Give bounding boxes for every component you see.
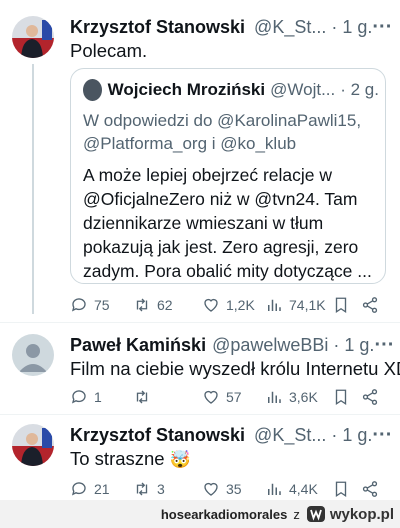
heart-icon — [204, 390, 218, 404]
more-options-icon[interactable]: ··· — [374, 334, 394, 357]
tweet-time[interactable]: · 1 g. — [331, 17, 372, 38]
retweet-button[interactable] — [133, 385, 151, 409]
views-button[interactable]: 4,4K — [265, 477, 318, 501]
avatar[interactable] — [12, 334, 54, 376]
bookmark-button[interactable] — [332, 385, 350, 409]
tweet-text: Film na ciebie wyszedł królu Internetu X… — [70, 358, 400, 379]
thread-line — [32, 64, 34, 314]
share-icon — [362, 389, 378, 405]
bookmark-button[interactable] — [332, 293, 350, 317]
avatar[interactable] — [12, 16, 54, 58]
views-chart-icon — [268, 483, 281, 495]
author-name[interactable]: Paweł Kamiński — [70, 335, 206, 356]
share-icon — [362, 481, 378, 497]
retweet-icon — [136, 482, 148, 496]
tweet-text: To straszne — [70, 448, 165, 469]
quote-time: · 2 g. — [340, 80, 379, 99]
avatar[interactable] — [12, 424, 54, 466]
reply-button[interactable]: 1 — [70, 385, 102, 409]
quote-author-name: Wojciech Mroziński — [107, 80, 266, 99]
tweet-text: Polecam. — [70, 40, 148, 61]
wykop-logo: wykop.pl — [306, 505, 394, 523]
author-handle[interactable]: @pawelweBBi — [212, 335, 328, 356]
heart-icon — [204, 298, 218, 312]
tweet-time[interactable]: · 1 g. — [331, 425, 372, 446]
author-handle[interactable]: @K_St... — [254, 17, 326, 38]
quote-avatar — [83, 79, 102, 101]
watermark-bar: hosearkadiomorales z wykop.pl — [0, 500, 400, 528]
quote-text-line: pokazują jak jest. Zero agresji, zero — [83, 237, 359, 257]
views-chart-icon — [268, 391, 281, 403]
quote-text-line: @OficjalneZero niż w @tvn24. Tam — [83, 189, 358, 209]
views-chart-icon — [268, 299, 281, 311]
quote-text-line: dziennikarze wmieszani w tłum — [83, 213, 324, 233]
bookmark-icon — [335, 389, 347, 406]
views-button[interactable]: 74,1K — [265, 293, 326, 317]
bookmark-button[interactable] — [332, 477, 350, 501]
quote-text-line: zadym. Pora obalić mity dotyczące ... — [83, 261, 372, 281]
author-handle[interactable]: @K_St... — [254, 425, 326, 446]
reply-icon — [71, 482, 86, 496]
share-button[interactable] — [361, 293, 379, 317]
wykop-logo-icon — [306, 506, 325, 522]
exploding-head-emoji: 🤯 — [169, 450, 191, 469]
bookmark-icon — [335, 481, 347, 498]
quote-author-handle: @Wojt... — [270, 80, 336, 99]
share-button[interactable] — [361, 477, 379, 501]
retweet-icon — [136, 390, 148, 404]
share-button[interactable] — [361, 385, 379, 409]
retweet-button[interactable]: 3 — [133, 477, 165, 501]
reply-count: 21 — [94, 481, 110, 497]
more-options-icon[interactable]: ··· — [372, 424, 392, 447]
divider — [0, 414, 400, 415]
heart-icon — [204, 482, 218, 496]
like-count: 1,2K — [226, 297, 255, 313]
more-options-icon[interactable]: ··· — [372, 16, 392, 39]
reply-icon — [71, 298, 86, 312]
retweet-count: 3 — [157, 481, 165, 497]
watermark-username: hosearkadiomorales — [160, 506, 288, 522]
like-count: 35 — [226, 481, 242, 497]
reply-context-line: W odpowiedzi do @KarolinaPawli15, — [83, 111, 362, 130]
like-count: 57 — [226, 389, 242, 405]
wykop-brand: wykop.pl — [329, 505, 394, 523]
views-count: 4,4K — [289, 481, 318, 497]
share-icon — [362, 297, 378, 313]
retweet-button[interactable]: 62 — [133, 293, 173, 317]
quote-text-line: A może lepiej obejrzeć relacje w — [83, 165, 333, 185]
views-button[interactable]: 3,6K — [265, 385, 318, 409]
like-button[interactable]: 1,2K — [202, 293, 255, 317]
author-name[interactable]: Krzysztof Stanowski — [70, 17, 245, 38]
like-button[interactable]: 57 — [202, 385, 242, 409]
reply-context-line: @Platforma_org i @ko_klub — [83, 134, 297, 153]
tweet-time[interactable]: · 1 g. — [333, 335, 374, 356]
reply-icon — [71, 390, 86, 404]
reply-button[interactable]: 75 — [70, 293, 110, 317]
views-count: 74,1K — [289, 297, 326, 313]
watermark-suffix: z — [293, 506, 300, 522]
quoted-tweet[interactable]: Wojciech Mroziński @Wojt... · 2 g. W odp… — [70, 68, 386, 284]
retweet-count: 62 — [157, 297, 173, 313]
retweet-icon — [136, 298, 148, 312]
author-name[interactable]: Krzysztof Stanowski — [70, 425, 245, 446]
reply-button[interactable]: 21 — [70, 477, 110, 501]
reply-count: 75 — [94, 297, 110, 313]
like-button[interactable]: 35 — [202, 477, 242, 501]
reply-count: 1 — [94, 389, 102, 405]
views-count: 3,6K — [289, 389, 318, 405]
divider — [0, 322, 400, 323]
bookmark-icon — [335, 297, 347, 314]
